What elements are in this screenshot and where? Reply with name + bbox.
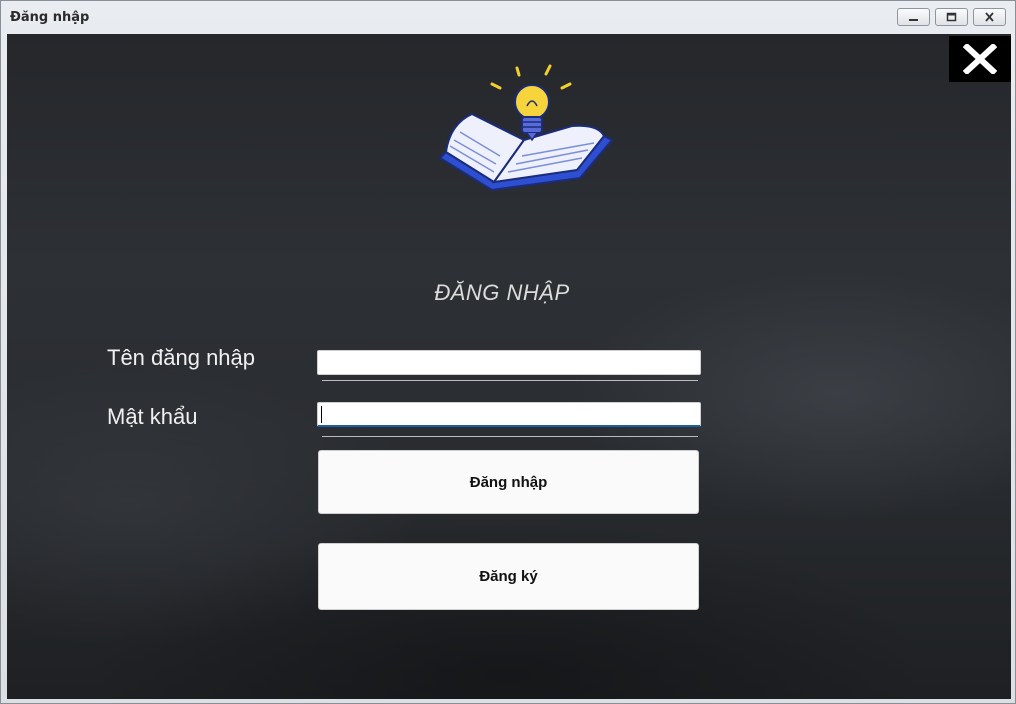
register-button[interactable]: Đăng ký	[318, 543, 699, 610]
login-heading: ĐĂNG NHẬP	[434, 280, 570, 305]
book-lightbulb-icon	[438, 64, 614, 192]
login-button[interactable]: Đăng nhập	[318, 450, 699, 514]
password-underline	[322, 436, 698, 437]
password-input[interactable]	[317, 402, 701, 427]
window-title: Đăng nhập	[10, 10, 90, 25]
text-caret	[321, 406, 322, 423]
close-icon	[985, 12, 994, 22]
minimize-icon	[909, 19, 918, 21]
exit-button[interactable]	[949, 36, 1011, 82]
maximize-button[interactable]	[935, 8, 968, 26]
username-input[interactable]	[317, 350, 701, 375]
username-label: Tên đăng nhập	[107, 345, 256, 370]
close-x-icon	[963, 44, 997, 74]
username-underline	[322, 380, 698, 381]
app-window: Đăng nhập ĐĂNG NHẬP Tên đăng nhập Mật kh…	[0, 0, 1016, 704]
maximize-icon	[946, 12, 957, 22]
login-panel: ĐĂNG NHẬP Tên đăng nhập Mật khẩu Đăng nh…	[7, 34, 1011, 699]
title-bar[interactable]: Đăng nhập	[1, 1, 1015, 34]
minimize-button[interactable]	[897, 8, 930, 26]
password-label: Mật khẩu	[107, 404, 198, 429]
window-close-button[interactable]	[973, 8, 1006, 26]
